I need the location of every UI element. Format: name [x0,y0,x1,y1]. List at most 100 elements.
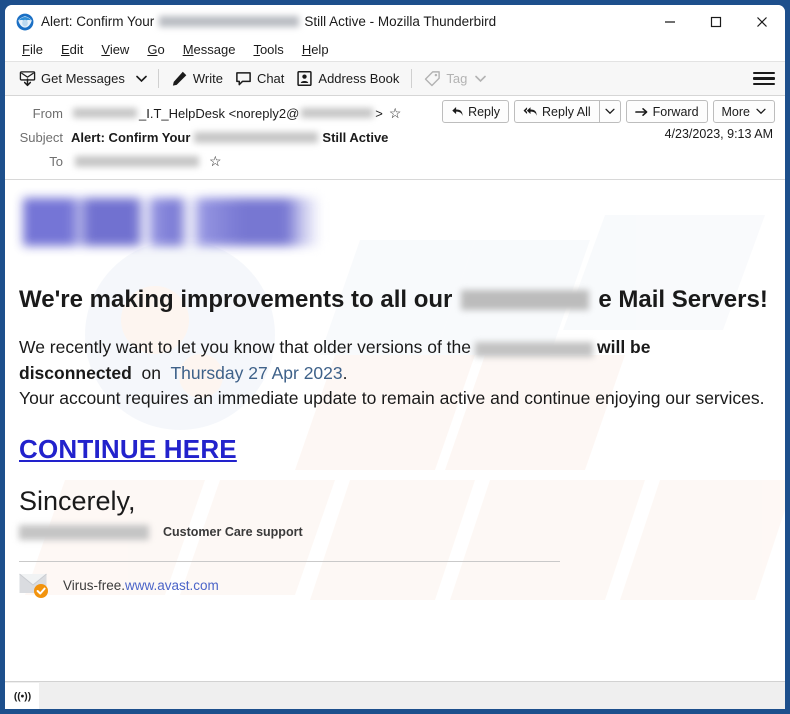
chat-label: Chat [256,71,285,86]
titlebar: Alert: Confirm Your Still Active - Mozil… [5,5,785,38]
close-button[interactable] [739,5,785,38]
broadcast-icon[interactable]: ((•)) [5,682,39,709]
reply-icon [452,107,463,116]
window-title-suffix: Still Active - Mozilla Thunderbird [304,14,497,29]
write-button[interactable]: Write [165,66,229,91]
avast-envelope-icon [19,573,53,598]
forward-label: Forward [652,104,699,119]
address-book-button[interactable]: Address Book [290,66,405,91]
menu-view-accel: V [101,42,110,57]
chat-button[interactable]: Chat [229,66,290,91]
avast-text: Virus-free.www.avast.com [63,578,219,593]
from-value[interactable]: _I.T_HelpDesk <noreply2@ > ☆ [71,106,401,121]
get-messages-dropdown[interactable] [131,71,152,87]
svg-text:((•)): ((•)) [13,691,30,702]
menu-help-accel: H [301,42,312,57]
brand-logo-redacted [23,198,321,246]
to-value[interactable]: ☆ [71,154,222,168]
continue-here-link[interactable]: CONTINUE HERE [19,434,237,465]
star-icon-from[interactable]: ☆ [389,106,402,120]
footer-divider [19,560,560,562]
headline-suffix: e Mail Servers! [598,286,768,313]
menu-tools-label: ools [259,42,284,57]
redacted-domain-title [159,16,300,27]
menu-edit-label: dit [69,42,84,57]
signoff-text: Sincerely, [19,485,136,516]
menubar: File Edit View Go Message Tools Help [5,38,785,62]
forward-button[interactable]: Forward [625,100,708,123]
menu-edit-accel: E [60,42,70,57]
avast-prefix: Virus-free. [63,577,126,593]
window-controls [647,5,785,38]
message-header: Reply Reply All Forward More From _I.T_H… [5,96,785,180]
main-toolbar: Get Messages Write Chat Address Book Tag [5,62,785,96]
menu-view-label: iew [109,42,130,57]
more-button[interactable]: More [712,100,775,123]
menu-go[interactable]: Go [138,40,173,59]
address-book-label: Address Book [318,71,400,86]
subject-value: Alert: Confirm Your Still Active [71,130,388,145]
menu-tools[interactable]: Tools [244,40,292,59]
tag-icon [425,71,441,87]
signature-title: Customer Care support [163,525,303,540]
email-paragraph-1: We recently want to let you know that ol… [19,335,767,412]
reply-button[interactable]: Reply [442,100,510,123]
forward-arrow-icon [634,107,648,116]
message-body: We're making improvements to all our e M… [5,180,785,642]
para1-part-c: on [141,362,162,383]
avast-link[interactable]: www.avast.com [125,578,219,593]
menu-help-label: elp [311,42,329,57]
reply-label: Reply [468,104,501,119]
avast-footer: Virus-free.www.avast.com [19,573,771,598]
to-row: To ☆ [5,149,785,173]
statusbar: ((•)) [5,681,785,709]
hamburger-line-3 [753,82,775,86]
get-messages-label: Get Messages [41,71,125,86]
subject-label: Subject [19,129,63,145]
get-messages-button[interactable]: Get Messages [13,66,131,91]
from-name: _I.T_HelpDesk [139,105,225,121]
subject-row: Subject Alert: Confirm Your Still Active… [5,125,785,149]
maximize-button[interactable] [693,5,739,38]
menu-message-accel: M [182,42,194,57]
write-label: Write [192,71,223,86]
window-title: Alert: Confirm Your Still Active - Mozil… [41,14,496,29]
redacted-from-address [301,108,374,118]
email-headline: We're making improvements to all our e M… [19,286,771,315]
chevron-down-icon [605,108,615,115]
para1-part-a: We recently want to let you know that ol… [19,336,471,357]
hamburger-line-1 [753,71,775,75]
menu-file[interactable]: File [13,40,52,59]
pencil-icon [172,71,187,86]
redacted-subject-domain [194,131,319,143]
email-paragraph-2: Your account requires an immediate updat… [19,388,765,409]
signature-row: Customer Care support [19,524,771,540]
message-date: 4/23/2023, 9:13 AM [664,127,773,141]
headline-prefix: We're making improvements to all our [19,286,453,313]
hamburger-line-2 [753,77,775,80]
menu-view[interactable]: View [92,40,138,59]
toolbar-separator-2 [411,69,413,88]
window-title-prefix: Alert: Confirm Your [41,14,155,29]
para1-end: . [342,362,348,383]
minimize-button[interactable] [647,5,693,38]
reply-all-button[interactable]: Reply All [514,100,599,123]
menu-help[interactable]: Help [293,40,338,59]
chevron-down-icon [136,75,147,82]
menu-message[interactable]: Message [174,40,245,59]
tag-chevron-down-icon [475,75,487,82]
app-menu-button[interactable] [753,68,775,89]
deadline-date: Thursday 27 Apr 2023 [170,362,343,383]
subject-prefix: Alert: Confirm Your [71,129,191,145]
menu-message-label: essage [193,42,236,57]
star-icon-to[interactable]: ☆ [209,154,222,168]
menu-file-label: ile [29,42,43,57]
reply-all-icon [523,107,537,116]
reply-all-dropdown[interactable] [598,100,621,123]
menu-edit[interactable]: Edit [52,40,92,59]
menu-go-accel: G [147,42,158,57]
tag-button[interactable]: Tag [418,66,492,91]
tag-label: Tag [446,71,468,86]
redacted-headline-domain [461,290,590,311]
reply-all-label: Reply All [542,104,591,119]
